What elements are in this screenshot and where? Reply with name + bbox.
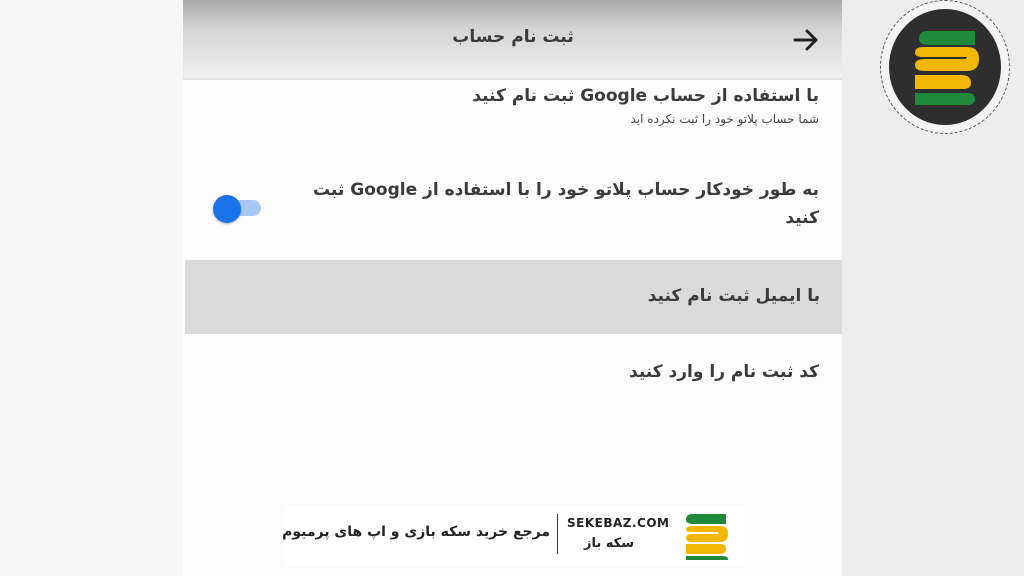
watermark-footer: مرجع خرید سکه بازی و اپ های پرمیوم SEKEB…	[282, 506, 744, 566]
email-signup-option[interactable]: با ایمیل ثبت نام کنید	[185, 260, 842, 334]
page-title: ثبت نام حساب	[452, 27, 574, 47]
footer-logo-icon	[680, 510, 732, 562]
logo-badge-inner	[889, 9, 1001, 125]
email-signup-label: با ایمیل ثبت نام کنید	[647, 286, 820, 306]
google-signup-subtitle: شما حساب پلاتو خود را ثبت نکرده اید	[630, 112, 820, 126]
watermark-brand: سکه باز	[584, 536, 635, 551]
auto-signup-toggle[interactable]	[213, 195, 263, 223]
google-signup-title: با استفاده از حساب Google ثبت نام کنید	[472, 86, 819, 106]
back-button[interactable]	[787, 22, 823, 58]
auto-signup-label: به طور خودکار حساب پلاتو خود را با استفا…	[313, 180, 819, 228]
watermark-divider	[557, 514, 558, 554]
google-signup-option[interactable]: با استفاده از حساب Google ثبت نام کنید ش…	[183, 86, 819, 152]
toggle-knob	[213, 195, 241, 223]
enter-code-label: کد ثبت نام را وارد کنید	[629, 362, 819, 382]
app-bar: ثبت نام حساب	[183, 0, 842, 80]
arrow-right-icon	[793, 29, 818, 51]
brand-logo-badge	[880, 0, 1010, 134]
watermark-domain: SEKEBAZ.COM	[567, 516, 670, 530]
phone-screen: ثبت نام حساب با استفاده از حساب Google ث…	[183, 0, 842, 576]
sekebaz-logo-icon	[915, 31, 979, 105]
watermark-tagline: مرجع خرید سکه بازی و اپ های پرمیوم	[282, 524, 550, 540]
enter-code-option[interactable]: کد ثبت نام را وارد کنید	[183, 362, 819, 392]
